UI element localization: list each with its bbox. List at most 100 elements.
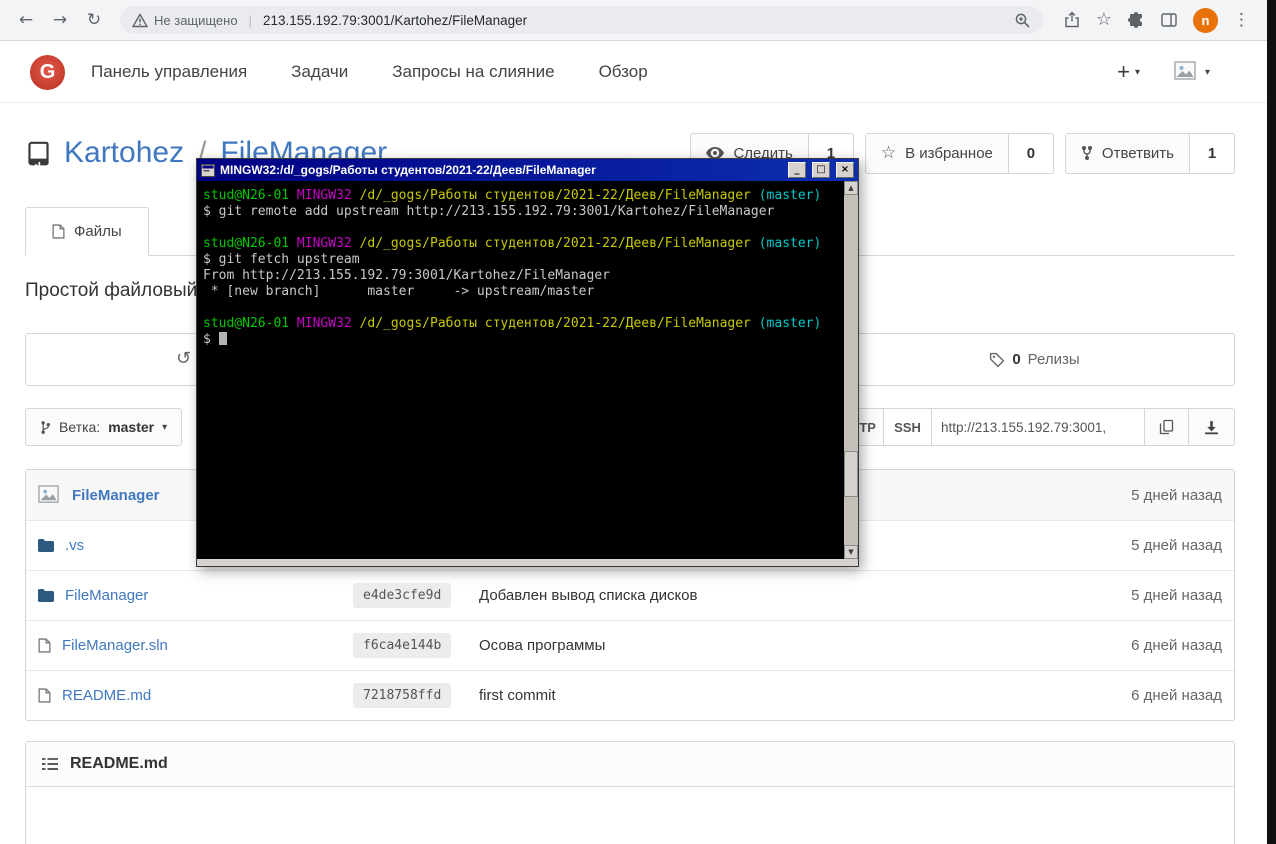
site-nav: Панель управления Задачи Запросы на слия… xyxy=(91,62,648,82)
chevron-down-icon: ▾ xyxy=(1204,66,1210,78)
close-button[interactable]: × xyxy=(836,162,854,178)
commit-hash-badge[interactable]: 7218758ffd xyxy=(353,683,452,708)
terminal-bottom-bar xyxy=(197,559,858,566)
tab-files[interactable]: Файлы xyxy=(25,207,149,256)
branch-selector[interactable]: Ветка: master ▾ xyxy=(25,408,183,446)
branch-name: master xyxy=(108,419,155,435)
terminal-scrollbar[interactable]: ▲ ▼ xyxy=(844,181,858,559)
commits-history-icon[interactable]: ↺ xyxy=(176,348,191,369)
fork-icon xyxy=(1081,146,1092,160)
commit-message[interactable]: first commit xyxy=(471,687,1047,704)
download-button[interactable] xyxy=(1189,408,1235,446)
table-row: FileManager.sln f6ca4e144b Осова програм… xyxy=(26,620,1234,670)
toolbar-icons: ☆ n ⋮ xyxy=(1063,7,1250,33)
commit-message[interactable]: Осова программы xyxy=(471,637,1047,654)
security-label: Не защищено xyxy=(154,12,238,28)
create-new-button[interactable]: + ▾ xyxy=(1117,59,1140,85)
file-icon xyxy=(38,638,51,653)
table-row: FileManager e4de3cfe9d Добавлен вывод сп… xyxy=(26,570,1234,620)
nav-issues[interactable]: Задачи xyxy=(291,62,348,82)
address-bar[interactable]: Не защищено | 213.155.192.79:3001/Kartoh… xyxy=(120,6,1043,34)
star-button[interactable]: ☆ В избранное xyxy=(864,132,1009,174)
omnibox-separator: | xyxy=(248,12,252,28)
side-panel-icon[interactable] xyxy=(1160,11,1178,29)
fork-count[interactable]: 1 xyxy=(1190,132,1235,174)
fork-group: Ответвить 1 xyxy=(1064,132,1235,174)
committer-link[interactable]: FileManager xyxy=(72,487,160,504)
nav-dashboard[interactable]: Панель управления xyxy=(91,62,247,82)
url-text: 213.155.192.79:3001/Kartohez/FileManager xyxy=(262,12,528,28)
terminal-title: MINGW32:/d/_gogs/Работы студентов/2021-2… xyxy=(220,163,596,177)
share-icon[interactable] xyxy=(1063,11,1081,29)
extensions-puzzle-icon[interactable] xyxy=(1127,11,1145,29)
fork-label: Ответвить xyxy=(1101,144,1174,162)
screen: ← → ↻ Не защищено | 213.155.192.79:3001/… xyxy=(0,0,1276,844)
file-icon xyxy=(52,224,65,239)
file-link[interactable]: .vs xyxy=(65,537,84,554)
repo-owner-link[interactable]: Kartohez xyxy=(64,136,184,170)
header-right: + ▾ ▾ xyxy=(1117,59,1246,85)
back-icon[interactable]: ← xyxy=(12,6,40,34)
not-secure-icon xyxy=(132,12,148,27)
nav-pull-requests[interactable]: Запросы на слияние xyxy=(392,62,554,82)
user-avatar-broken-image-icon xyxy=(1174,61,1196,80)
releases-count: 0 xyxy=(1012,351,1021,368)
readme-body xyxy=(26,787,1234,844)
scroll-up-icon[interactable]: ▲ xyxy=(844,181,858,195)
folder-icon xyxy=(38,539,54,552)
file-link[interactable]: FileManager xyxy=(65,587,148,604)
clone-url-input[interactable] xyxy=(932,408,1145,446)
user-menu[interactable]: ▾ xyxy=(1174,61,1210,83)
star-count[interactable]: 0 xyxy=(1008,132,1054,174)
commit-hash-badge[interactable]: e4de3cfe9d xyxy=(353,583,452,608)
copy-url-button[interactable] xyxy=(1145,408,1189,446)
zoom-icon[interactable] xyxy=(1014,12,1031,29)
commit-age: 5 дней назад xyxy=(1131,587,1222,604)
terminal-body[interactable]: stud@N26-01 MINGW32 /d/_gogs/Работы студ… xyxy=(197,181,844,559)
list-icon xyxy=(42,758,58,770)
tab-files-label: Файлы xyxy=(74,223,122,240)
chevron-down-icon: ▾ xyxy=(1134,66,1140,78)
commit-message[interactable]: Добавлен вывод списка дисков xyxy=(471,587,1047,604)
terminal-titlebar[interactable]: MINGW32:/d/_gogs/Работы студентов/2021-2… xyxy=(197,159,858,181)
scroll-down-icon[interactable]: ▼ xyxy=(844,545,858,559)
tag-icon xyxy=(990,352,1005,367)
scroll-thumb[interactable] xyxy=(844,451,858,497)
terminal-window[interactable]: MINGW32:/d/_gogs/Работы студентов/2021-2… xyxy=(196,158,859,567)
readme-panel: README.md xyxy=(25,741,1235,844)
folder-icon xyxy=(38,589,54,602)
clipboard-copy-icon xyxy=(1159,419,1174,435)
site-header: G Панель управления Задачи Запросы на сл… xyxy=(0,42,1276,103)
gogs-logo[interactable]: G xyxy=(30,54,65,90)
releases-link[interactable]: 0 Релизы xyxy=(833,334,1236,385)
page-scrollbar[interactable] xyxy=(1267,0,1276,844)
browser-toolbar: ← → ↻ Не защищено | 213.155.192.79:3001/… xyxy=(0,0,1276,41)
minimize-button[interactable]: _ xyxy=(788,162,806,178)
file-link[interactable]: README.md xyxy=(62,687,151,704)
file-link[interactable]: FileManager.sln xyxy=(62,637,168,654)
browser-menu-icon[interactable]: ⋮ xyxy=(1233,10,1250,30)
forward-icon[interactable]: → xyxy=(46,6,74,34)
chevron-down-icon: ▾ xyxy=(162,421,168,433)
ssh-clone-button[interactable]: SSH xyxy=(884,408,932,446)
download-icon xyxy=(1205,420,1218,434)
readme-title: README.md xyxy=(70,755,168,772)
bookmark-star-icon[interactable]: ☆ xyxy=(1096,11,1112,29)
committer-avatar-broken-image-icon[interactable] xyxy=(38,484,61,506)
star-group: ☆ В избранное 0 xyxy=(864,132,1054,174)
repo-book-icon xyxy=(28,141,49,166)
nav-explore[interactable]: Обзор xyxy=(599,62,648,82)
reload-icon[interactable]: ↻ xyxy=(80,6,108,34)
fork-button[interactable]: Ответвить xyxy=(1064,132,1190,174)
releases-label: Релизы xyxy=(1027,351,1080,368)
commit-age: 5 дней назад xyxy=(1131,537,1222,554)
commit-age: 6 дней назад xyxy=(1131,687,1222,704)
star-icon: ☆ xyxy=(880,143,897,163)
branch-icon xyxy=(41,420,50,434)
commit-hash-badge[interactable]: f6ca4e144b xyxy=(353,633,452,658)
table-row: README.md 7218758ffd first commit 6 дней… xyxy=(26,670,1234,720)
maximize-button[interactable]: □ xyxy=(812,162,830,178)
browser-profile-avatar[interactable]: n xyxy=(1193,7,1218,33)
file-icon xyxy=(38,688,51,703)
commit-age: 5 дней назад xyxy=(1131,486,1222,504)
